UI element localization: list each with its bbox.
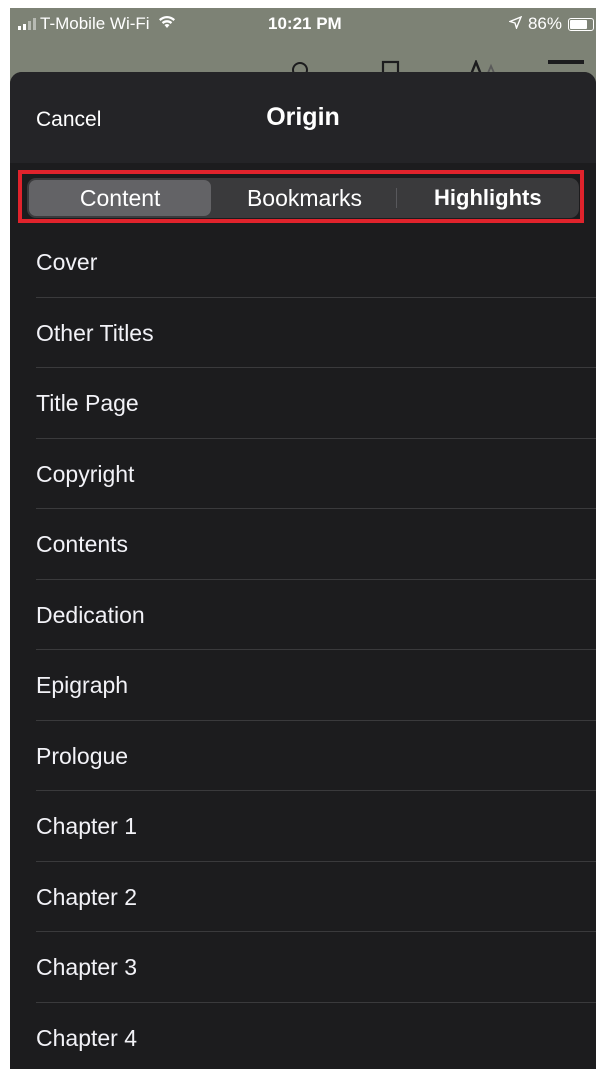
toc-list: Cover Other Titles Title Page Copyright … [10, 227, 596, 1069]
toc-item-epigraph[interactable]: Epigraph [10, 650, 596, 721]
segmented-control-area: Content Bookmarks Highlights [18, 163, 588, 229]
toc-item-dedication[interactable]: Dedication [10, 580, 596, 650]
toc-item-contents[interactable]: Contents [10, 509, 596, 580]
cellular-signal-icon [18, 18, 36, 30]
book-title: Origin [266, 103, 340, 131]
toc-item-cover[interactable]: Cover [10, 227, 596, 298]
location-arrow-icon [507, 14, 523, 34]
sheet-header: Cancel Origin [10, 72, 596, 163]
battery-icon [568, 17, 594, 31]
phone-screen: T-Mobile Wi-Fi 10:21 PM 86% Cancel Origi… [10, 8, 596, 1069]
toc-item-copyright[interactable]: Copyright [10, 439, 596, 509]
toc-item-label: Other Titles [36, 319, 154, 346]
status-bar: T-Mobile Wi-Fi 10:21 PM 86% [10, 8, 596, 42]
status-time: 10:21 PM [268, 14, 342, 33]
segmented-control: Content Bookmarks Highlights [27, 178, 579, 218]
toc-item-prologue[interactable]: Prologue [10, 721, 596, 791]
toc-item-title-page[interactable]: Title Page [10, 368, 596, 439]
toc-item-label: Chapter 2 [36, 883, 138, 910]
toc-item-label: Title Page [36, 390, 139, 416]
toc-item-chapter-4[interactable]: Chapter 4 [10, 1003, 596, 1069]
table-of-contents-sheet: Cancel Origin Content Bookmarks Highligh… [10, 72, 596, 1069]
status-left: T-Mobile Wi-Fi [18, 14, 176, 34]
toc-item-label: Epigraph [36, 672, 129, 698]
toc-item-label: Chapter 1 [36, 813, 138, 839]
toc-item-label: Chapter 3 [36, 954, 138, 980]
battery-level [570, 19, 587, 29]
toc-item-chapter-3[interactable]: Chapter 3 [10, 932, 596, 1003]
toc-item-other-titles[interactable]: Other Titles [10, 298, 596, 368]
tab-bookmarks[interactable]: Bookmarks [213, 178, 395, 218]
wifi-icon [158, 14, 176, 34]
toc-item-label: Prologue [36, 742, 129, 769]
toc-item-label: Contents [36, 531, 129, 557]
toc-item-label: Copyright [36, 460, 135, 487]
toc-item-label: Dedication [36, 601, 145, 628]
toc-item-label: Chapter 4 [36, 1024, 138, 1051]
status-right: 86% [507, 14, 594, 34]
toc-item-chapter-2[interactable]: Chapter 2 [10, 862, 596, 932]
toc-item-label: Cover [36, 249, 98, 275]
tab-highlights[interactable]: Highlights [397, 178, 579, 218]
carrier-label: T-Mobile Wi-Fi [40, 14, 150, 33]
toc-item-chapter-1[interactable]: Chapter 1 [10, 791, 596, 862]
tab-content[interactable]: Content [29, 180, 212, 216]
battery-percent: 86% [527, 14, 562, 33]
